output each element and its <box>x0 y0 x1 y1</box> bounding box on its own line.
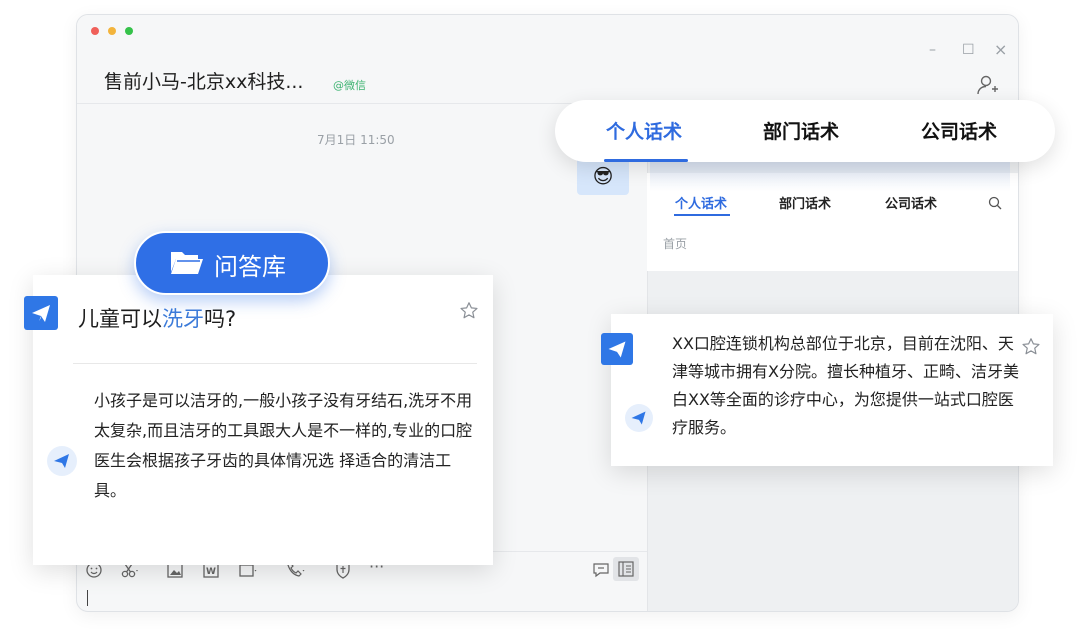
side-tab-underline <box>674 214 730 216</box>
close-button[interactable]: × <box>994 42 1007 58</box>
qa-send-answer-button[interactable] <box>47 446 77 476</box>
tab-department-scripts[interactable]: 部门话术 <box>763 117 839 144</box>
paper-plane-icon <box>54 454 69 468</box>
qa-library-label: 问答库 <box>214 253 286 281</box>
minimize-button[interactable]: – <box>929 43 936 57</box>
maximize-button[interactable]: ☐ <box>962 43 975 57</box>
qa-send-badge[interactable] <box>24 296 58 330</box>
emoji-message: 😎 <box>577 157 629 195</box>
qa-question: 儿童可以洗牙吗? <box>78 303 236 333</box>
pill-highlight-shadow <box>650 162 1010 192</box>
search-icon[interactable] <box>987 195 1003 211</box>
paper-plane-icon <box>608 341 626 358</box>
paper-plane-icon <box>32 305 50 322</box>
tab-personal-scripts[interactable]: 个人话术 <box>606 117 682 144</box>
question-keyword: 洗牙 <box>162 307 204 331</box>
wechat-tag: @微信 <box>333 79 366 92</box>
qa-divider <box>73 363 477 364</box>
question-suffix: 吗? <box>204 307 237 331</box>
add-user-icon[interactable] <box>976 73 1000 97</box>
message-input[interactable] <box>77 575 647 611</box>
tab-company-scripts[interactable]: 公司话术 <box>921 117 997 144</box>
star-icon[interactable] <box>458 300 480 322</box>
paper-plane-icon <box>631 411 646 425</box>
side-tab-company[interactable]: 公司话术 <box>885 193 937 212</box>
minimize-window-dot[interactable] <box>108 27 116 35</box>
breadcrumb[interactable]: 首页 <box>663 235 687 252</box>
close-window-dot[interactable] <box>91 27 99 35</box>
active-tab-underline <box>604 159 688 162</box>
side-tab-personal[interactable]: 个人话术 <box>675 193 727 212</box>
chat-title: 售前小马-北京xx科技... <box>104 71 304 93</box>
answer-text: XX口腔连锁机构总部位于北京，目前在沈阳、天津等城市拥有X分院。擅长种植牙、正畸… <box>672 334 1019 437</box>
zoom-window-dot[interactable] <box>125 27 133 35</box>
folder-open-icon <box>171 252 203 274</box>
star-icon[interactable] <box>1020 336 1042 358</box>
qa-answer: 小孩子是可以洁牙的,一般小孩子没有牙结石,洗牙不用太复杂,而且洁牙的工具跟大人是… <box>94 391 473 500</box>
message-timestamp: 7月1日 11:50 <box>317 133 395 147</box>
question-prefix: 儿童可以 <box>78 307 162 331</box>
breadcrumb-bar <box>647 225 1018 271</box>
answer-send-button[interactable] <box>625 404 653 432</box>
side-tab-department[interactable]: 部门话术 <box>779 193 831 212</box>
answer-send-badge[interactable] <box>601 333 633 365</box>
